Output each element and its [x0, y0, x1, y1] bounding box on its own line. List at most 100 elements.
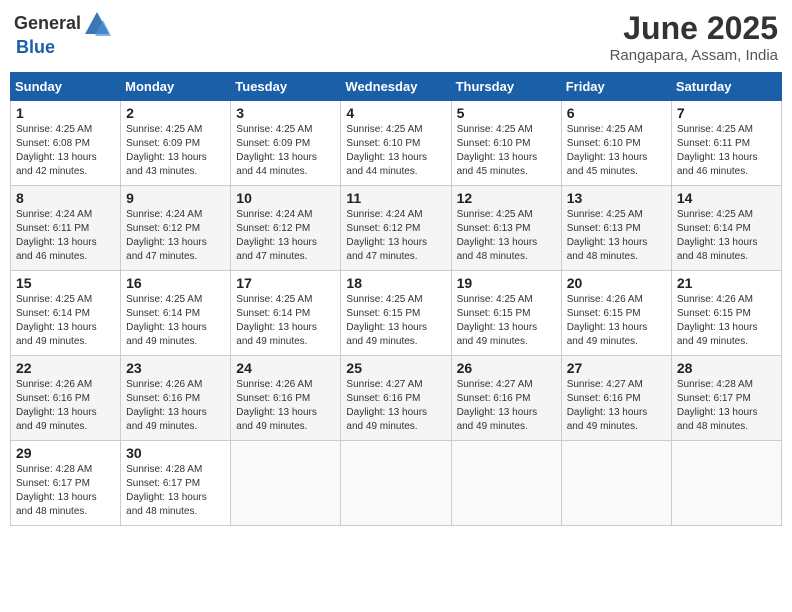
day-info: Sunrise: 4:26 AMSunset: 6:15 PMDaylight:…: [677, 294, 758, 347]
day-info: Sunrise: 4:25 AMSunset: 6:10 PMDaylight:…: [457, 124, 538, 177]
day-number: 5: [457, 105, 556, 121]
day-number: 14: [677, 190, 776, 206]
day-info: Sunrise: 4:25 AMSunset: 6:13 PMDaylight:…: [457, 209, 538, 262]
day-info: Sunrise: 4:25 AMSunset: 6:11 PMDaylight:…: [677, 124, 758, 177]
col-saturday: Saturday: [671, 73, 781, 101]
day-info: Sunrise: 4:24 AMSunset: 6:12 PMDaylight:…: [346, 209, 427, 262]
day-number: 28: [677, 360, 776, 376]
day-info: Sunrise: 4:25 AMSunset: 6:14 PMDaylight:…: [126, 294, 207, 347]
col-friday: Friday: [561, 73, 671, 101]
table-row: 21 Sunrise: 4:26 AMSunset: 6:15 PMDaylig…: [671, 271, 781, 356]
day-number: 20: [567, 275, 666, 291]
table-row: 3 Sunrise: 4:25 AMSunset: 6:09 PMDayligh…: [231, 101, 341, 186]
day-info: Sunrise: 4:28 AMSunset: 6:17 PMDaylight:…: [126, 464, 207, 517]
table-row: 15 Sunrise: 4:25 AMSunset: 6:14 PMDaylig…: [11, 271, 121, 356]
day-info: Sunrise: 4:25 AMSunset: 6:09 PMDaylight:…: [236, 124, 317, 177]
table-row: 30 Sunrise: 4:28 AMSunset: 6:17 PMDaylig…: [121, 441, 231, 526]
day-info: Sunrise: 4:25 AMSunset: 6:15 PMDaylight:…: [346, 294, 427, 347]
table-row: 13 Sunrise: 4:25 AMSunset: 6:13 PMDaylig…: [561, 186, 671, 271]
week-row-1: 1 Sunrise: 4:25 AMSunset: 6:08 PMDayligh…: [11, 101, 782, 186]
day-info: Sunrise: 4:25 AMSunset: 6:10 PMDaylight:…: [346, 124, 427, 177]
day-number: 30: [126, 445, 225, 461]
calendar: Sunday Monday Tuesday Wednesday Thursday…: [10, 72, 782, 526]
day-info: Sunrise: 4:26 AMSunset: 6:16 PMDaylight:…: [16, 379, 97, 432]
day-info: Sunrise: 4:25 AMSunset: 6:14 PMDaylight:…: [16, 294, 97, 347]
day-info: Sunrise: 4:26 AMSunset: 6:15 PMDaylight:…: [567, 294, 648, 347]
table-row: 7 Sunrise: 4:25 AMSunset: 6:11 PMDayligh…: [671, 101, 781, 186]
day-number: 12: [457, 190, 556, 206]
table-row: 29 Sunrise: 4:28 AMSunset: 6:17 PMDaylig…: [11, 441, 121, 526]
day-number: 7: [677, 105, 776, 121]
day-info: Sunrise: 4:28 AMSunset: 6:17 PMDaylight:…: [16, 464, 97, 517]
day-info: Sunrise: 4:25 AMSunset: 6:14 PMDaylight:…: [236, 294, 317, 347]
empty-cell: [451, 441, 561, 526]
day-info: Sunrise: 4:26 AMSunset: 6:16 PMDaylight:…: [236, 379, 317, 432]
day-info: Sunrise: 4:25 AMSunset: 6:15 PMDaylight:…: [457, 294, 538, 347]
table-row: 25 Sunrise: 4:27 AMSunset: 6:16 PMDaylig…: [341, 356, 451, 441]
table-row: 11 Sunrise: 4:24 AMSunset: 6:12 PMDaylig…: [341, 186, 451, 271]
empty-cell: [561, 441, 671, 526]
logo-blue-text: Blue: [16, 38, 111, 58]
table-row: 16 Sunrise: 4:25 AMSunset: 6:14 PMDaylig…: [121, 271, 231, 356]
table-row: 4 Sunrise: 4:25 AMSunset: 6:10 PMDayligh…: [341, 101, 451, 186]
week-row-5: 29 Sunrise: 4:28 AMSunset: 6:17 PMDaylig…: [11, 441, 782, 526]
table-row: 22 Sunrise: 4:26 AMSunset: 6:16 PMDaylig…: [11, 356, 121, 441]
day-number: 25: [346, 360, 445, 376]
col-thursday: Thursday: [451, 73, 561, 101]
day-number: 6: [567, 105, 666, 121]
table-row: 28 Sunrise: 4:28 AMSunset: 6:17 PMDaylig…: [671, 356, 781, 441]
table-row: 27 Sunrise: 4:27 AMSunset: 6:16 PMDaylig…: [561, 356, 671, 441]
table-row: 1 Sunrise: 4:25 AMSunset: 6:08 PMDayligh…: [11, 101, 121, 186]
table-row: 20 Sunrise: 4:26 AMSunset: 6:15 PMDaylig…: [561, 271, 671, 356]
table-row: 12 Sunrise: 4:25 AMSunset: 6:13 PMDaylig…: [451, 186, 561, 271]
day-number: 23: [126, 360, 225, 376]
day-number: 4: [346, 105, 445, 121]
day-number: 24: [236, 360, 335, 376]
table-row: 2 Sunrise: 4:25 AMSunset: 6:09 PMDayligh…: [121, 101, 231, 186]
day-number: 13: [567, 190, 666, 206]
day-number: 15: [16, 275, 115, 291]
empty-cell: [341, 441, 451, 526]
day-info: Sunrise: 4:25 AMSunset: 6:09 PMDaylight:…: [126, 124, 207, 177]
month-title: June 2025: [610, 10, 778, 47]
week-row-4: 22 Sunrise: 4:26 AMSunset: 6:16 PMDaylig…: [11, 356, 782, 441]
day-number: 29: [16, 445, 115, 461]
col-monday: Monday: [121, 73, 231, 101]
logo: General Blue: [14, 10, 111, 58]
day-info: Sunrise: 4:27 AMSunset: 6:16 PMDaylight:…: [567, 379, 648, 432]
logo-icon: [83, 10, 111, 38]
table-row: 14 Sunrise: 4:25 AMSunset: 6:14 PMDaylig…: [671, 186, 781, 271]
day-info: Sunrise: 4:25 AMSunset: 6:14 PMDaylight:…: [677, 209, 758, 262]
day-info: Sunrise: 4:27 AMSunset: 6:16 PMDaylight:…: [346, 379, 427, 432]
empty-cell: [671, 441, 781, 526]
day-number: 9: [126, 190, 225, 206]
day-info: Sunrise: 4:25 AMSunset: 6:13 PMDaylight:…: [567, 209, 648, 262]
day-number: 16: [126, 275, 225, 291]
day-number: 3: [236, 105, 335, 121]
day-number: 19: [457, 275, 556, 291]
title-area: June 2025 Rangapara, Assam, India: [610, 10, 778, 64]
day-info: Sunrise: 4:25 AMSunset: 6:08 PMDaylight:…: [16, 124, 97, 177]
location-title: Rangapara, Assam, India: [610, 47, 778, 64]
table-row: 26 Sunrise: 4:27 AMSunset: 6:16 PMDaylig…: [451, 356, 561, 441]
col-sunday: Sunday: [11, 73, 121, 101]
day-number: 8: [16, 190, 115, 206]
table-row: 5 Sunrise: 4:25 AMSunset: 6:10 PMDayligh…: [451, 101, 561, 186]
table-row: 24 Sunrise: 4:26 AMSunset: 6:16 PMDaylig…: [231, 356, 341, 441]
day-info: Sunrise: 4:26 AMSunset: 6:16 PMDaylight:…: [126, 379, 207, 432]
col-tuesday: Tuesday: [231, 73, 341, 101]
day-info: Sunrise: 4:24 AMSunset: 6:12 PMDaylight:…: [236, 209, 317, 262]
header: General Blue June 2025 Rangapara, Assam,…: [10, 10, 782, 64]
table-row: 17 Sunrise: 4:25 AMSunset: 6:14 PMDaylig…: [231, 271, 341, 356]
day-number: 11: [346, 190, 445, 206]
day-number: 1: [16, 105, 115, 121]
table-row: 23 Sunrise: 4:26 AMSunset: 6:16 PMDaylig…: [121, 356, 231, 441]
day-number: 17: [236, 275, 335, 291]
table-row: 18 Sunrise: 4:25 AMSunset: 6:15 PMDaylig…: [341, 271, 451, 356]
day-info: Sunrise: 4:28 AMSunset: 6:17 PMDaylight:…: [677, 379, 758, 432]
logo-general-text: General: [14, 14, 81, 34]
day-number: 10: [236, 190, 335, 206]
day-info: Sunrise: 4:25 AMSunset: 6:10 PMDaylight:…: [567, 124, 648, 177]
day-info: Sunrise: 4:27 AMSunset: 6:16 PMDaylight:…: [457, 379, 538, 432]
calendar-header-row: Sunday Monday Tuesday Wednesday Thursday…: [11, 73, 782, 101]
